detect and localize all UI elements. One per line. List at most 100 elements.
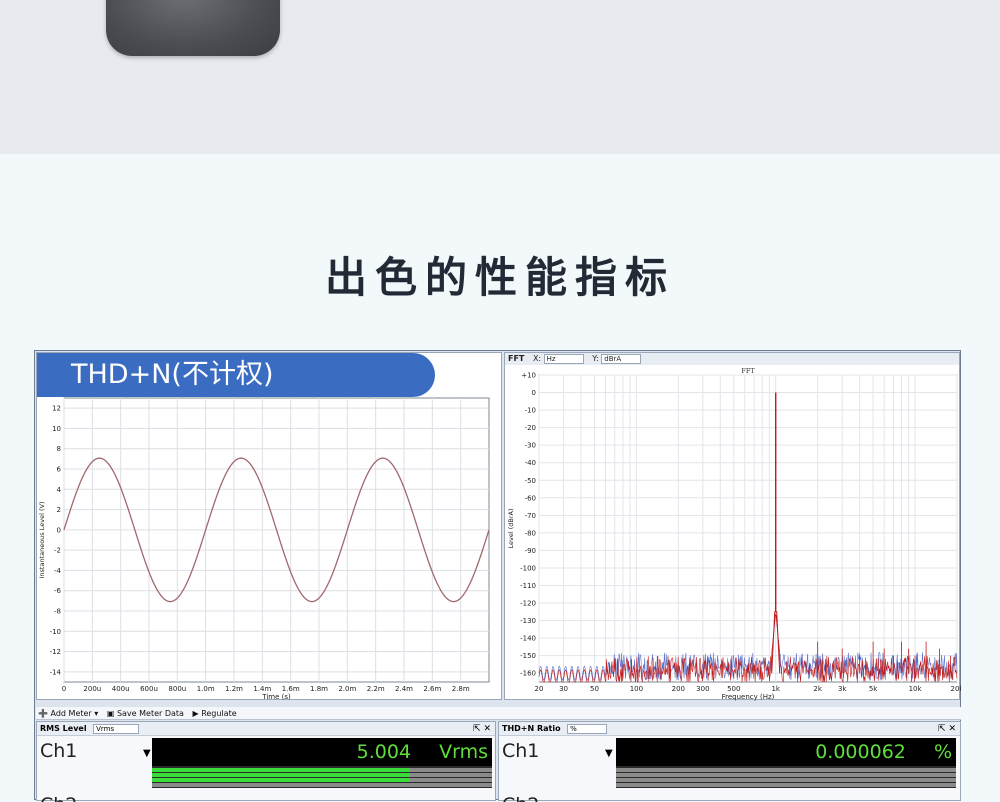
y-tick-label: -50 [525,477,536,485]
x-axis-title: Frequency (Hz) [722,693,775,701]
scope-panel: 0 200u 400u 600u 800u 1.0m 1.2m 1.4m 1.6m 1.8m 2.0… [36,352,502,701]
save-meter-data-button[interactable]: ▣ Save Meter Data [107,709,184,718]
meter-bar-track [152,783,492,787]
x-tick-label: 0 [62,685,66,693]
meter-header: THD+N Ratio % ⇱ ✕ [499,722,960,736]
x-axis-title: Time (s) [261,693,291,701]
x-tick-label: 5k [869,685,878,693]
meter-title: THD+N Ratio [502,724,561,733]
meter-bar-track [616,778,956,782]
y-tick-label: +10 [521,372,536,380]
chart-title: FFT [741,367,755,375]
meter-toolbar: ➕ Add Meter ▾ ▣ Save Meter Data ▶ Regula… [36,707,961,720]
section-heading: 出色的性能指标 [324,253,675,302]
fft-panel: FFT X: Hz Y: dBrA FFT 20 30 50 100 200 300 500 1… [504,352,961,701]
thdn-badge: THD+N(不计权) [37,353,435,397]
product-photo-band [0,0,1000,154]
x-tick-label: 400u [112,685,130,693]
y-tick-label: -6 [54,587,62,595]
x-tick-label: 2.4m [395,685,413,693]
meter-bar-fill [152,778,411,782]
x-tick-label: 1.4m [253,685,271,693]
meter-readout: 0.000062 % [616,738,956,766]
y-axis-title: Level (dBrA) [507,509,515,549]
add-meter-label: Add Meter [50,709,92,718]
regulate-label: Regulate [201,709,237,718]
y-tick-label: 12 [52,405,61,413]
x-tick-label: 20k [951,685,961,693]
y-tick-label: -80 [525,529,536,537]
x-tick-label: 10k [909,685,923,693]
meter-unit-select[interactable]: Vrms [93,723,140,734]
x-tick-label: 200 [672,685,685,693]
analyzer-window: 0 200u 400u 600u 800u 1.0m 1.2m 1.4m 1.6m 1.8m 2.0… [34,350,961,802]
y-tick-label: -140 [520,635,536,643]
x-tick-label: 1k [771,685,780,693]
y-tick-label: 4 [57,486,62,494]
meter-bar [616,766,956,788]
channel-label: Ch1 [40,740,78,762]
scope-chart: 0 200u 400u 600u 800u 1.0m 1.2m 1.4m 1.6m 1.8m 2.0… [38,397,490,701]
x-tick-label: 2.2m [367,685,385,693]
y-tick-label: -10 [50,628,61,636]
channel-label: Ch1 [502,740,540,762]
meter-value: 5.004 [356,741,412,763]
chevron-down-icon[interactable]: ▼ [143,748,151,759]
x-tick-label: 500 [727,685,740,693]
plot-area [63,397,490,683]
add-meter-button[interactable]: ➕ Add Meter ▾ [38,709,98,718]
y-tick-label: -20 [525,424,536,432]
regulate-button[interactable]: ▶ Regulate [192,709,236,718]
y-tick-label: 0 [57,526,61,534]
x-tick-label: 1.6m [282,685,300,693]
y-axis-title: Instantaneous Level (V) [38,501,46,578]
x-tick-label: 800u [168,685,186,693]
fft-chart: FFT 20 30 50 100 200 300 500 1k 2k 3k 5k 10k 20k +10 0 -… [507,367,961,701]
y-tick-label: -100 [520,564,536,572]
y-tick-label: 6 [57,466,62,474]
y-tick-label: 10 [52,425,61,433]
x-tick-label: 2.0m [338,685,356,693]
x-tick-label: 2.8m [452,685,470,693]
close-icon[interactable]: ⇱ ✕ [473,722,491,736]
x-tick-label: 2k [813,685,822,693]
y-tick-label: -120 [520,600,536,608]
x-tick-label: 300 [696,685,709,693]
y-tick-label: -40 [525,459,536,467]
rms-level-meter: RMS Level Vrms ⇱ ✕ Ch1 ▼ 5.004 Vrms Ch2 [36,721,496,802]
y-tick-label: 0 [532,389,536,397]
meter-bar-track [616,783,956,787]
x-tick-label: 100 [630,685,643,693]
channel-row: Ch1 ▼ 0.000062 % Ch2 [499,738,960,802]
y-tick-label: -90 [525,547,536,555]
y-tick-label: 2 [57,506,61,514]
close-icon[interactable]: ⇱ ✕ [938,722,956,736]
chevron-down-icon[interactable]: ▼ [605,748,613,759]
channel2-label: Ch2 [502,792,539,802]
y-tick-label: -10 [525,407,536,415]
y-tick-label: -4 [54,567,62,575]
meter-unit-select[interactable]: % [567,723,608,734]
meter-value: 0.000062 [815,741,906,763]
x-tick-label: 20 [535,685,544,693]
meter-unit: Vrms [439,741,488,763]
channel-row: Ch1 ▼ 5.004 Vrms Ch2 [37,738,495,802]
x-tick-label: 3k [838,685,847,693]
thdn-ratio-meter: THD+N Ratio % ⇱ ✕ Ch1 ▼ 0.000062 % Ch2 [498,721,961,802]
x-tick-label: 30 [559,685,568,693]
plot-area [538,374,958,683]
meter-unit: % [933,741,952,763]
meter-bar-track [616,768,956,772]
x-tick-label: 2.6m [423,685,441,693]
device-photo [106,0,280,56]
y-tick-label: 8 [57,445,61,453]
meter-title: RMS Level [40,724,87,733]
meter-bar-fill [152,768,411,772]
x-tick-label: 50 [590,685,599,693]
y-tick-label: -2 [54,547,61,555]
y-tick-label: -110 [520,582,536,590]
x-tick-label: 200u [83,685,101,693]
y-tick-label: -30 [525,442,536,450]
y-tick-label: -14 [50,668,62,676]
y-tick-label: -12 [50,648,61,656]
